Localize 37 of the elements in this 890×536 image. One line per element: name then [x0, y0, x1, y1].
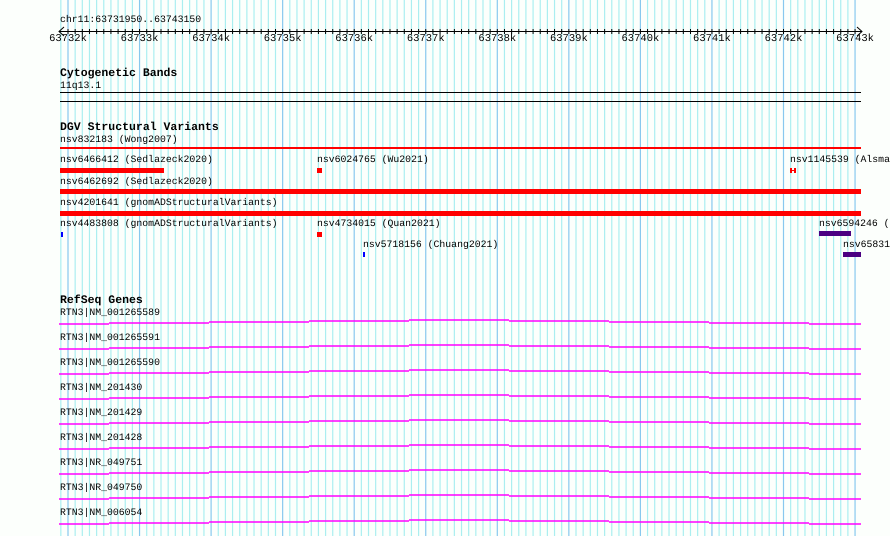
feature-label: RTN3|NR_049750: [60, 483, 142, 493]
feature-label: RTN3|NM_006054: [60, 508, 142, 518]
feature-label: RTN3|NM_001265591: [60, 333, 160, 343]
track-title: Cytogenetic Bands: [60, 68, 178, 80]
feature-label: nsv6462692 (Sedlazeck2020): [60, 177, 213, 187]
ruler-tick-label: 63739k: [550, 34, 588, 45]
ruler-tick-label: 63737k: [406, 34, 445, 45]
feature-label: nsv5718156 (Chuang2021): [363, 240, 498, 250]
feature-label: nsv832183 (Wong2007): [60, 135, 178, 145]
feature-label: nsv4734015 (Quan2021): [317, 219, 440, 229]
ruler-tick-label: 63743k: [836, 34, 874, 45]
feature-label: nsv1145539 (Alsma: [790, 155, 890, 165]
feature-label: RTN3|NM_201430: [60, 383, 142, 393]
feature-label: nsv6024765 (Wu2021): [317, 155, 429, 165]
feature-label: nsv65831: [843, 240, 890, 250]
feature-label: RTN3|NM_001265590: [60, 358, 160, 368]
feature-label: nsv4201641 (gnomADStructuralVariants): [60, 198, 278, 208]
ruler-tick-label: 63742k: [764, 34, 802, 45]
track-title: DGV Structural Variants: [60, 122, 219, 134]
ruler-tick-label: 63734k: [192, 34, 230, 45]
feature-label: 11q13.1: [60, 81, 102, 91]
feature-label: RTN3|NM_201429: [60, 408, 142, 418]
ruler-tick-label: 63733k: [120, 34, 158, 45]
ruler-tick-label: 63741k: [693, 34, 731, 45]
ruler-tick-label: 63732k: [49, 34, 87, 45]
feature-label: nsv4483808 (gnomADStructuralVariants): [60, 219, 278, 229]
feature-label: RTN3|NM_001265589: [60, 308, 160, 318]
feature-label: RTN3|NR_049751: [60, 458, 142, 468]
feature-label: nsv6466412 (Sedlazeck2020): [60, 155, 213, 165]
location-label: chr11:63731950..63743150: [60, 15, 202, 25]
ruler-tick-label: 63736k: [335, 34, 374, 45]
ruler-tick-label: 63740k: [621, 34, 660, 45]
feature-label: RTN3|NM_201428: [60, 433, 142, 443]
ruler-tick-label: 63738k: [478, 34, 516, 45]
ruler-tick-label: 63735k: [264, 34, 302, 45]
feature-label: nsv6594246 (: [819, 219, 890, 229]
track-title: RefSeq Genes: [60, 295, 143, 307]
